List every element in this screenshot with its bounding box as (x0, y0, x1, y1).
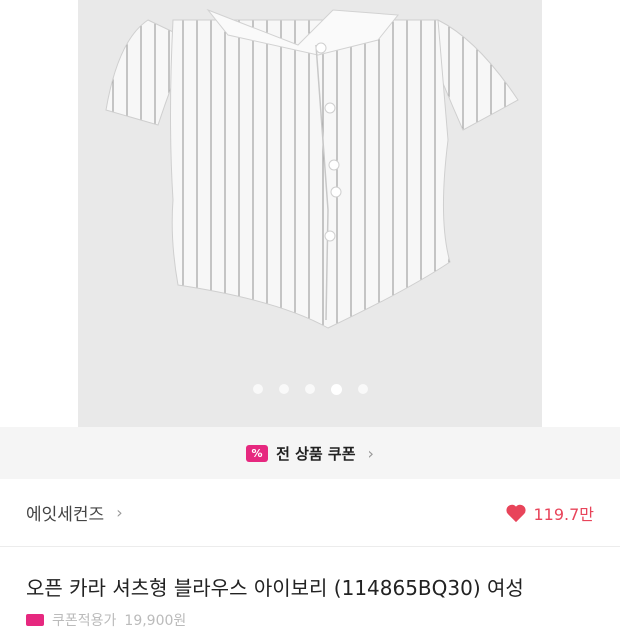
coupon-price-value: 19,900원 (124, 613, 187, 629)
coupon-icon: % (246, 444, 269, 462)
coupon-label: 전 상품 쿠폰 (276, 444, 356, 463)
brand-link[interactable]: 에잇세컨즈 › (26, 500, 123, 525)
pagination-dot-active[interactable] (330, 383, 342, 395)
blouse-image (105, 8, 519, 329)
product-image-gallery[interactable] (0, 0, 620, 427)
gallery-pagination[interactable] (0, 383, 620, 395)
chevron-right-icon: › (116, 503, 123, 522)
like-count: 119.7만 (533, 504, 594, 524)
product-title: 오픈 카라 셔츠형 블라우스 아이보리 (114865BQ30) 여성 (26, 576, 524, 600)
pagination-dot[interactable] (252, 384, 263, 394)
pagination-dot[interactable] (278, 384, 289, 394)
product-photo[interactable] (78, 0, 542, 427)
brand-row: 에잇세컨즈 › 119.7만 (0, 479, 620, 547)
like-button[interactable]: 119.7만 (505, 501, 594, 525)
coupon-price-row: 쿠폰적용가 19,900원 (26, 610, 186, 630)
all-product-coupon-banner[interactable]: % 전 상품 쿠폰 › (0, 427, 620, 479)
pagination-dot[interactable] (357, 384, 368, 394)
coupon-price-label: 쿠폰적용가 (52, 613, 117, 629)
chevron-right-icon: › (367, 443, 374, 463)
brand-name: 에잇세컨즈 (26, 505, 105, 525)
heart-icon (506, 504, 527, 522)
pagination-dot[interactable] (304, 384, 315, 394)
coupon-badge-icon (26, 614, 44, 626)
